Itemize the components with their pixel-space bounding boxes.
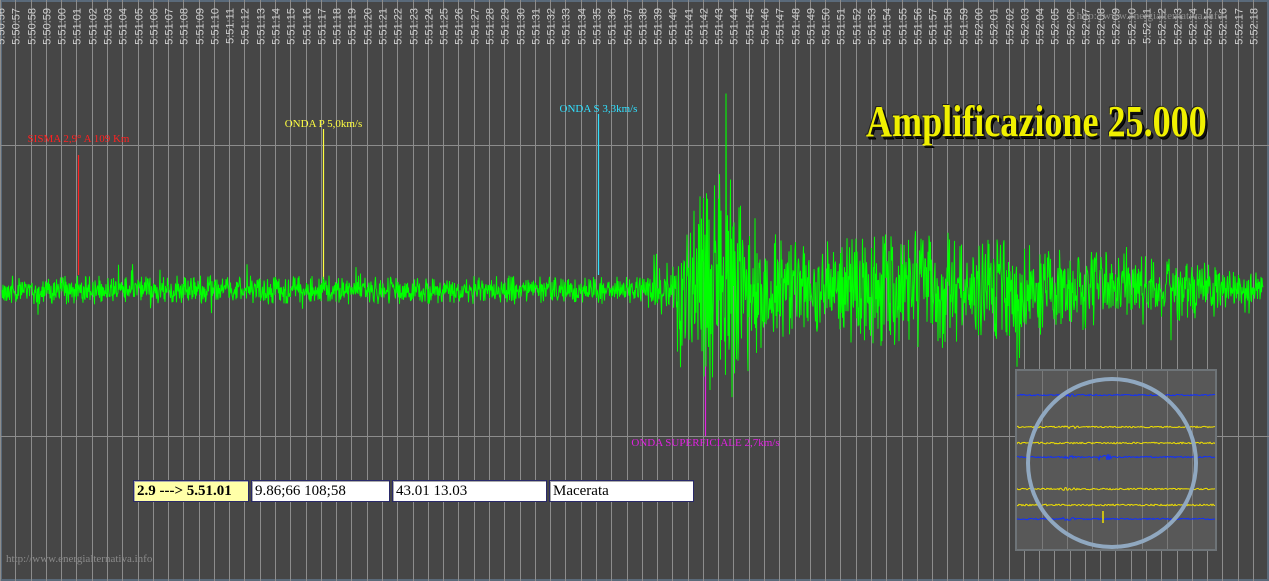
time-tick-label: 5:50:56 <box>0 8 8 45</box>
time-tick-label: 5:50:58 <box>27 8 39 45</box>
time-tick-label: 5:51:02 <box>88 8 100 45</box>
time-tick-label: 5:52:00 <box>974 8 986 45</box>
time-tick-label: 5:51:56 <box>913 8 925 45</box>
time-tick-label: 5:51:11 <box>225 8 237 44</box>
watermark-top: http://www.energialternativa.info <box>1076 10 1223 22</box>
time-tick-label: 5:51:10 <box>210 8 222 45</box>
time-tick-label: 5:51:07 <box>164 8 176 45</box>
marker-label-onda-p: ONDA P 5,0km/s <box>285 118 363 130</box>
time-tick-label: 5:51:33 <box>561 8 573 45</box>
time-tick-label: 5:51:14 <box>271 8 283 45</box>
time-tick-label: 5:51:43 <box>714 8 726 45</box>
time-tick-label: 5:51:54 <box>882 8 894 45</box>
time-tick-label: 5:51:57 <box>928 8 940 45</box>
time-tick-label: 5:51:29 <box>500 8 512 45</box>
time-tick-label: 5:51:18 <box>332 8 344 45</box>
time-tick-label: 5:51:19 <box>347 8 359 45</box>
time-tick-label: 5:50:57 <box>11 8 23 45</box>
marker-label-onda-superficiale: ONDA SUPERFICIALE 2,7km/s <box>631 437 779 449</box>
time-tick-label: 5:52:17 <box>1234 8 1246 45</box>
time-tick-label: 5:51:24 <box>424 8 436 45</box>
minimap-trace <box>1017 393 1215 398</box>
overview-minimap[interactable] <box>1015 369 1217 551</box>
time-tick-label: 5:51:08 <box>179 8 191 45</box>
time-tick-label: 5:51:35 <box>592 8 604 45</box>
time-tick-label: 5:51:45 <box>745 8 757 45</box>
time-tick-label: 5:51:31 <box>531 8 543 45</box>
watermark-bottom: http://www.energialternativa.info <box>6 553 153 565</box>
event-info-bar: 2.9 ---> 5.51.01 9.86;66 108;58 43.01 13… <box>133 480 694 504</box>
time-tick-label: 5:51:51 <box>836 8 848 45</box>
minimap-graphic <box>1017 371 1215 549</box>
time-tick-label: 5:51:21 <box>378 8 390 45</box>
time-tick-label: 5:52:18 <box>1249 8 1261 45</box>
time-tick-label: 5:51:16 <box>302 8 314 45</box>
time-tick-label: 5:51:05 <box>134 8 146 45</box>
coordinates-field: 43.01 13.03 <box>392 480 547 502</box>
time-tick-label: 5:51:59 <box>959 8 971 45</box>
time-tick-label: 5:51:26 <box>454 8 466 45</box>
time-tick-label: 5:51:04 <box>118 8 130 45</box>
time-tick-label: 5:51:30 <box>516 8 528 45</box>
minimap-trace <box>1017 453 1215 462</box>
time-tick-label: 5:51:44 <box>729 8 741 45</box>
minimap-viewport-circle[interactable] <box>1026 377 1198 549</box>
time-tick-label: 5:51:01 <box>72 8 84 45</box>
time-tick-label: 5:51:12 <box>240 8 252 45</box>
time-tick-labels: 5:50:56 5:50:57 5:50:58 5:50:59 5:51:00 5:51:… <box>0 8 1261 45</box>
time-tick-label: 5:51:52 <box>852 8 864 45</box>
time-tick-label: 5:51:46 <box>760 8 772 45</box>
minimap-trace <box>1017 487 1215 491</box>
time-tick-label: 5:52:03 <box>1020 8 1032 45</box>
time-tick-label: 5:51:15 <box>286 8 298 45</box>
amplification-title: Amplificazione 25.000 <box>866 97 1207 146</box>
time-tick-label: 5:51:03 <box>103 8 115 45</box>
time-tick-label: 5:52:04 <box>1035 8 1047 45</box>
time-tick-label: 5:52:01 <box>989 8 1001 45</box>
time-tick-label: 5:51:34 <box>577 8 589 45</box>
time-tick-label: 5:51:38 <box>638 8 650 45</box>
time-tick-label: 5:51:53 <box>867 8 879 45</box>
minimap-trace <box>1017 425 1215 430</box>
time-tick-label: 5:52:05 <box>1050 8 1062 45</box>
time-tick-label: 5:51:41 <box>684 8 696 45</box>
time-tick-label: 5:51:22 <box>393 8 405 45</box>
time-tick-label: 5:51:37 <box>623 8 635 45</box>
time-tick-label: 5:51:27 <box>470 8 482 45</box>
time-tick-label: 5:51:25 <box>439 8 451 45</box>
time-tick-label: 5:51:58 <box>943 8 955 45</box>
time-tick-label: 5:51:49 <box>806 8 818 45</box>
time-tick-label: 5:51:28 <box>485 8 497 45</box>
time-tick-label: 5:51:40 <box>668 8 680 45</box>
time-tick-label: 5:51:17 <box>317 8 329 45</box>
seismograph-window: 5:50:56 5:50:57 5:50:58 5:50:59 5:51:00 5:51:… <box>0 0 1269 581</box>
time-tick-label: 5:51:50 <box>821 8 833 45</box>
time-tick-label: 5:52:02 <box>1005 8 1017 45</box>
time-tick-label: 5:51:39 <box>653 8 665 45</box>
time-tick-label: 5:50:59 <box>42 8 54 45</box>
time-tick-label: 5:51:55 <box>898 8 910 45</box>
time-tick-label: 5:51:48 <box>791 8 803 45</box>
time-tick-label: 5:51:09 <box>195 8 207 45</box>
time-tick-label: 5:51:42 <box>699 8 711 45</box>
parameters-field: 9.86;66 108;58 <box>251 480 390 502</box>
time-tick-label: 5:51:06 <box>149 8 161 45</box>
time-tick-label: 5:51:32 <box>546 8 558 45</box>
location-field: Macerata <box>549 480 694 502</box>
magnitude-time-field: 2.9 ---> 5.51.01 <box>133 480 249 502</box>
time-tick-label: 5:51:20 <box>363 8 375 45</box>
marker-label-sisma: SISMA 2,9° A 109 Km <box>28 133 130 145</box>
time-tick-label: 5:51:13 <box>256 8 268 45</box>
time-tick-label: 5:51:36 <box>607 8 619 45</box>
marker-label-onda-s: ONDA S 3,3km/s <box>560 103 638 115</box>
time-tick-label: 5:51:23 <box>409 8 421 45</box>
time-tick-label: 5:51:00 <box>57 8 69 45</box>
time-tick-label: 5:51:47 <box>775 8 787 45</box>
minimap-trace <box>1017 441 1215 445</box>
